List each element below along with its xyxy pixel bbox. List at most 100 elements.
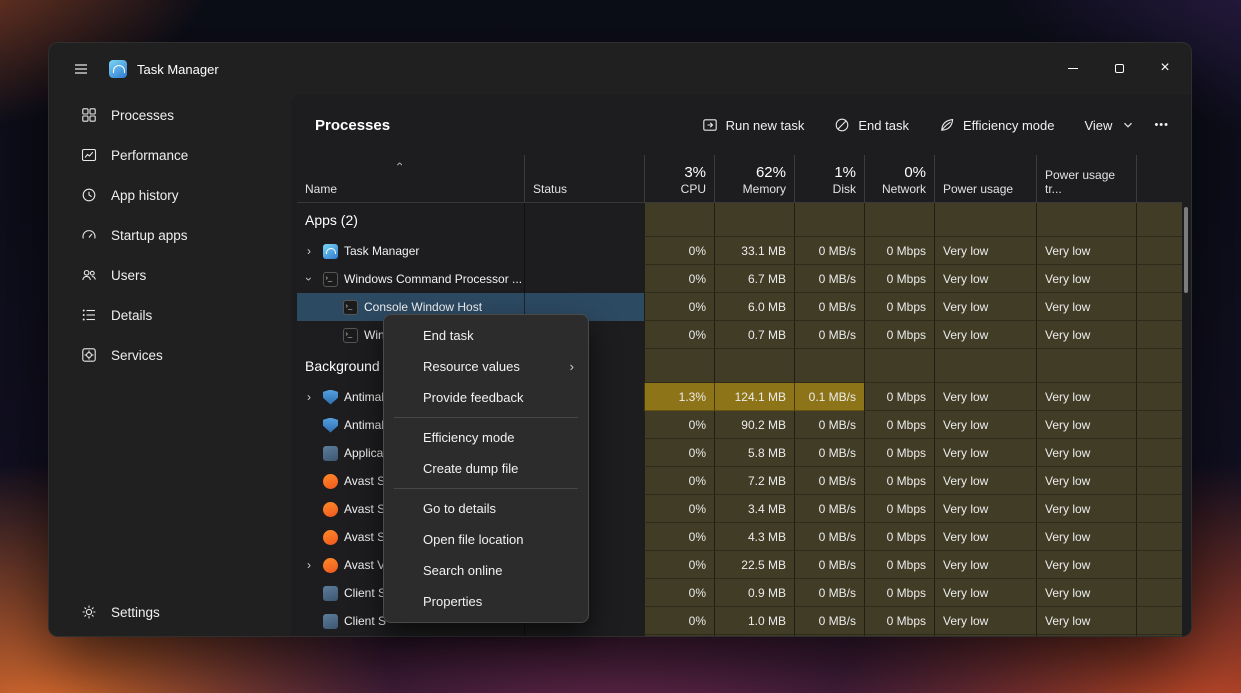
close-button[interactable]: × xyxy=(1143,51,1187,85)
menu-item-resource-values[interactable]: Resource values› xyxy=(388,351,584,382)
power-usage-trend-cell xyxy=(1036,635,1136,636)
sidebar-item-services[interactable]: Services xyxy=(55,335,285,375)
sidebar-item-details[interactable]: Details xyxy=(55,295,285,335)
scrollbar-thumb[interactable] xyxy=(1184,207,1188,293)
process-row[interactable] xyxy=(297,635,1182,636)
network-total-usage: 0% xyxy=(904,163,926,183)
power-usage-trend-cell: Very low xyxy=(1036,411,1136,439)
name-cell: ›Task Manager xyxy=(297,237,524,265)
sidebar-item-startup-apps[interactable]: Startup apps xyxy=(55,215,285,255)
cell-value: 0 Mbps xyxy=(887,390,926,404)
extra-cell xyxy=(1136,411,1182,439)
hamburger-menu-button[interactable] xyxy=(63,54,99,84)
sidebar-item-label: Processes xyxy=(111,108,174,123)
menu-item-label: Provide feedback xyxy=(423,390,523,405)
window-controls: × xyxy=(1051,51,1187,85)
menu-item-label: Properties xyxy=(423,594,482,609)
menu-item-efficiency-mode[interactable]: Efficiency mode xyxy=(388,422,584,453)
maximize-button[interactable] xyxy=(1097,51,1141,85)
menu-item-label: Efficiency mode xyxy=(423,430,515,445)
cell-value: 124.1 MB xyxy=(735,390,786,404)
sidebar-nav: Processes PerformanceApp history Startup a… xyxy=(49,95,291,375)
network-cell: 0 Mbps xyxy=(864,607,934,635)
process-row[interactable]: ›Task Manager0%33.1 MB0 MB/s0 MbpsVery l… xyxy=(297,237,1182,265)
toolbar-end-task-button[interactable]: End task xyxy=(824,110,919,140)
sidebar-item-performance[interactable]: Performance xyxy=(55,135,285,175)
cell-value: 0 Mbps xyxy=(887,328,926,342)
more-options-button[interactable]: ••• xyxy=(1146,111,1177,139)
column-header-cpu[interactable]: 3% CPU xyxy=(644,155,714,202)
column-header-disk[interactable]: 1% Disk xyxy=(794,155,864,202)
disk-cell: 0 MB/s xyxy=(794,439,864,467)
disk-cell xyxy=(794,203,864,237)
cell-value: 1.0 MB xyxy=(748,614,786,628)
disk-cell: 0 MB/s xyxy=(794,607,864,635)
cell-value: 0% xyxy=(689,446,706,460)
cell-value: 0% xyxy=(689,328,706,342)
minimize-button[interactable] xyxy=(1051,51,1095,85)
network-cell: 0 Mbps xyxy=(864,495,934,523)
menu-item-end-task[interactable]: End task xyxy=(388,320,584,351)
cpu-cell: 0% xyxy=(644,579,714,607)
cell-value: 33.1 MB xyxy=(741,244,786,258)
power-usage-trend-cell: Very low xyxy=(1036,293,1136,321)
column-header-network[interactable]: 0% Network xyxy=(864,155,934,202)
chevron-right-icon[interactable]: › xyxy=(301,244,317,258)
power-usage-trend-cell: Very low xyxy=(1036,495,1136,523)
sidebar-item-app-history[interactable]: App history xyxy=(55,175,285,215)
memory-cell xyxy=(714,203,794,237)
details-icon xyxy=(81,307,97,323)
sidebar-item-label: Startup apps xyxy=(111,228,188,243)
process-row[interactable]: ›Windows Command Processor ...0%6.7 MB0 … xyxy=(297,265,1182,293)
titlebar[interactable]: Task Manager × xyxy=(49,43,1191,95)
menu-item-open-file-location[interactable]: Open file location xyxy=(388,524,584,555)
extra-cell xyxy=(1136,495,1182,523)
menu-item-create-dump-file[interactable]: Create dump file xyxy=(388,453,584,484)
cell-value: 0 MB/s xyxy=(819,586,856,600)
chevron-down-icon xyxy=(1120,117,1136,133)
cpu-cell: 0% xyxy=(644,551,714,579)
disk-total-usage: 1% xyxy=(834,163,856,183)
toolbar-efficiency-mode-button[interactable]: Efficiency mode xyxy=(929,110,1065,140)
chevron-right-icon[interactable]: › xyxy=(301,558,317,572)
cell-value: 0 Mbps xyxy=(887,446,926,460)
process-name: Client S xyxy=(344,586,386,600)
column-header-power-usage-trend[interactable]: Power usage tr... xyxy=(1036,155,1136,202)
cell-value: 0% xyxy=(689,558,706,572)
sidebar-item-users[interactable]: Users xyxy=(55,255,285,295)
chevron-right-icon[interactable]: › xyxy=(301,390,317,404)
menu-item-properties[interactable]: Properties xyxy=(388,586,584,617)
column-header-memory[interactable]: 62% Memory xyxy=(714,155,794,202)
column-header-power-usage[interactable]: Power usage xyxy=(934,155,1036,202)
cpu-cell xyxy=(644,349,714,383)
toolbar-run-new-task-button[interactable]: Run new task xyxy=(692,110,815,140)
memory-cell: 3.4 MB xyxy=(714,495,794,523)
disk-cell xyxy=(794,635,864,636)
menu-item-search-online[interactable]: Search online xyxy=(388,555,584,586)
column-header-status[interactable]: Status xyxy=(524,155,644,202)
column-label: Power usage tr... xyxy=(1045,168,1128,196)
power-usage-trend-cell: Very low xyxy=(1036,467,1136,495)
cell-value: Very low xyxy=(1045,530,1090,544)
memory-cell: 33.1 MB xyxy=(714,237,794,265)
sidebar-item-settings[interactable]: Settings xyxy=(55,592,285,632)
cell-value: 90.2 MB xyxy=(741,418,786,432)
menu-item-go-to-details[interactable]: Go to details xyxy=(388,493,584,524)
cell-value: 0% xyxy=(689,586,706,600)
power-usage-cell: Very low xyxy=(934,579,1036,607)
cell-value: Very low xyxy=(1045,446,1090,460)
menu-item-provide-feedback[interactable]: Provide feedback xyxy=(388,382,584,413)
sidebar-item-label: Details xyxy=(111,308,152,323)
sidebar-item-processes[interactable]: Processes xyxy=(55,95,285,135)
column-header-name[interactable]: › Name xyxy=(297,155,524,202)
cell-value: Very low xyxy=(943,586,988,600)
group-row[interactable]: Apps (2) xyxy=(297,203,1182,237)
chevron-down-icon[interactable]: › xyxy=(302,271,316,287)
cell-value: 0% xyxy=(689,530,706,544)
menu-item-label: Resource values xyxy=(423,359,520,374)
memory-cell: 6.0 MB xyxy=(714,293,794,321)
memory-cell: 0.9 MB xyxy=(714,579,794,607)
toolbar-view-button[interactable]: View xyxy=(1074,110,1146,140)
cell-value: Very low xyxy=(943,390,988,404)
column-label: Power usage xyxy=(943,182,1028,196)
